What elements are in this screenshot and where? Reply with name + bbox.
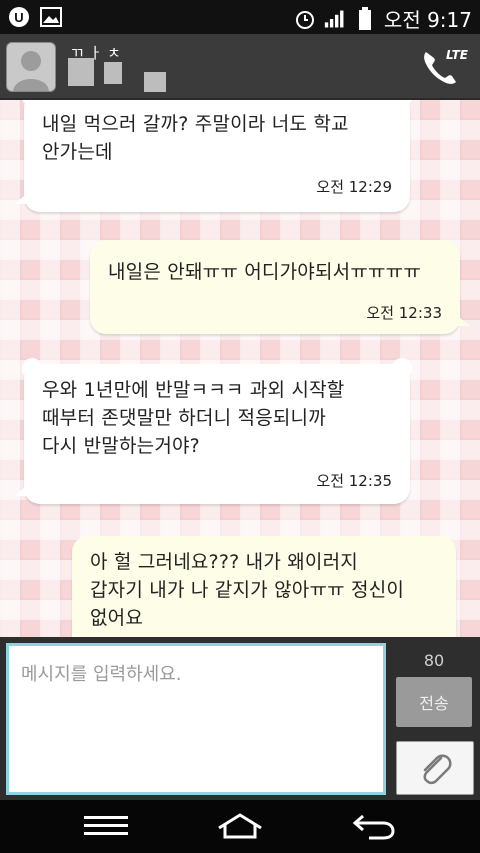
call-button[interactable]: LTE <box>420 46 468 86</box>
bubble-ear <box>392 100 412 104</box>
message-input-box[interactable] <box>6 643 386 795</box>
svg-text:U: U <box>14 10 23 25</box>
bubble-ear <box>22 100 42 104</box>
lte-badge: LTE <box>445 48 468 62</box>
paperclip-icon <box>423 754 452 785</box>
message-time: 오전 12:35 <box>316 472 392 490</box>
message-text: 아 헐 그러네요??? 내가 왜이러지 갑자기 내가 나 같지가 않아ㅠㅠ 정신… <box>90 551 405 629</box>
message-input[interactable] <box>19 658 375 782</box>
bubble-ear <box>22 358 42 376</box>
clock: 오전 9:17 <box>383 8 472 32</box>
alarm-icon <box>294 8 316 30</box>
message-time: 오전 12:33 <box>366 304 442 322</box>
message-time: 오전 12:29 <box>316 178 392 196</box>
image-icon <box>40 6 62 28</box>
battery-icon <box>354 6 376 30</box>
chat-header: ㄲ ㅏ ㅊ LTE <box>0 34 480 100</box>
menu-icon <box>84 816 128 835</box>
message-text: 내일은 안돼ㅠㅠ 어디가야되서ㅠㅠㅠㅠ <box>108 261 422 283</box>
bubble-tail <box>450 310 470 326</box>
back-icon <box>352 814 395 840</box>
message-bubble-incoming[interactable]: 내일 먹으러 갈까? 주말이라 너도 학교 안가는데 오전 12:29 <box>14 100 412 212</box>
send-button[interactable]: 전송 <box>396 677 472 727</box>
bubble-tail <box>14 480 34 496</box>
signal-icon <box>324 8 346 30</box>
bubble-tail <box>14 188 34 204</box>
back-button[interactable] <box>344 808 404 844</box>
message-bubble-outgoing[interactable]: 내일은 안돼ㅠㅠ 어디가야되서ㅠㅠㅠㅠ 오전 12:33 <box>90 240 470 334</box>
name-blur-1 <box>68 58 94 86</box>
avatar[interactable] <box>6 42 56 92</box>
message-text: 내일 먹으러 갈까? 주말이라 너도 학교 안가는데 <box>42 113 349 163</box>
message-bubble-outgoing[interactable]: 아 헐 그러네요??? 내가 왜이러지 갑자기 내가 나 같지가 않아ㅠㅠ 정신… <box>72 536 456 637</box>
message-text: 우와 1년만에 반말ㅋㅋㅋ 과외 시작할 때부터 존댓말만 하더니 적응되니까 … <box>42 379 345 457</box>
contact-name: ㄲ ㅏ ㅊ <box>64 42 184 92</box>
navigation-bar <box>0 800 480 853</box>
compose-bar: 80 전송 <box>0 637 480 800</box>
u-plus-icon: U <box>8 6 30 28</box>
char-counter: 80 <box>423 651 445 670</box>
home-button[interactable] <box>210 808 270 844</box>
menu-button[interactable] <box>76 808 136 844</box>
bubble-ear <box>392 358 412 376</box>
name-blur-3 <box>144 72 166 92</box>
home-icon <box>218 813 262 839</box>
attach-button[interactable] <box>396 741 474 795</box>
status-bar: U 오전 9:17 <box>0 0 480 34</box>
message-bubble-incoming[interactable]: 우와 1년만에 반말ㅋㅋㅋ 과외 시작할 때부터 존댓말만 하더니 적응되니까 … <box>14 358 412 504</box>
message-list[interactable]: 내일 먹으러 갈까? 주말이라 너도 학교 안가는데 오전 12:29 내일은 … <box>0 100 480 637</box>
name-blur-2 <box>104 62 122 84</box>
